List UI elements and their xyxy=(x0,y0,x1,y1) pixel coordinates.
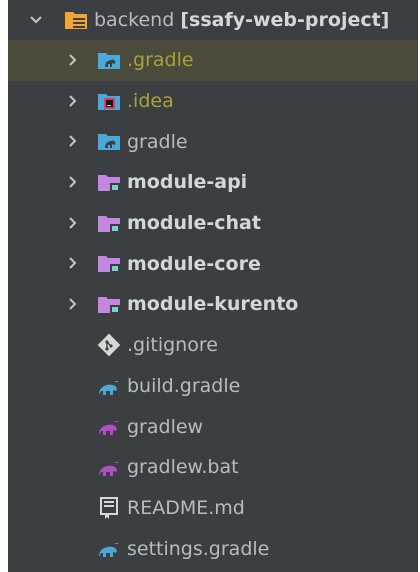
tree-item-label: module-core xyxy=(127,252,261,275)
tree-root-row[interactable]: backend [ssafy-web-project] xyxy=(8,0,418,40)
gradle-file-icon xyxy=(97,374,121,398)
idea-folder-icon xyxy=(97,89,121,113)
gradlew-file-icon xyxy=(97,414,121,438)
tree-item-label: .gradle xyxy=(127,49,194,72)
chevron-right-icon[interactable] xyxy=(64,214,82,232)
tree-item-dot-gitignore[interactable]: .gitignore xyxy=(8,325,418,366)
gradlew-file-icon xyxy=(97,455,121,479)
markdown-file-icon xyxy=(97,496,121,520)
tree-item-gradle[interactable]: gradle xyxy=(8,121,418,162)
tree-item-label: README.md xyxy=(127,496,245,519)
project-folder-icon xyxy=(64,8,88,32)
chevron-right-icon[interactable] xyxy=(64,51,82,69)
root-name: backend xyxy=(94,9,175,31)
tree-item-label: settings.gradle xyxy=(127,537,270,560)
chevron-right-icon[interactable] xyxy=(64,254,82,272)
gradle-folder-icon xyxy=(97,129,121,153)
chevron-down-icon[interactable] xyxy=(27,11,45,29)
tree-item-dot-idea[interactable]: .idea xyxy=(8,81,418,122)
tree-item-README-md[interactable]: README.md xyxy=(8,488,418,529)
project-tree: backend [ssafy-web-project] .gradle .idea… xyxy=(8,0,418,572)
gradle-folder-icon xyxy=(97,48,121,72)
tree-item-label: gradlew.bat xyxy=(127,456,239,479)
tree-item-module-core[interactable]: module-core xyxy=(8,243,418,284)
tree-item-settings-gradle[interactable]: settings.gradle xyxy=(8,528,418,569)
tree-item-build-gradle[interactable]: build.gradle xyxy=(8,366,418,407)
chevron-right-icon[interactable] xyxy=(64,295,82,313)
module-folder-icon xyxy=(97,251,121,275)
tree-item-label: module-chat xyxy=(127,212,261,235)
gradle-file-icon xyxy=(97,536,121,560)
tree-item-module-chat[interactable]: module-chat xyxy=(8,203,418,244)
tree-item-label: build.gradle xyxy=(127,374,241,397)
tree-item-label: module-api xyxy=(127,171,248,194)
tree-item-module-kurento[interactable]: module-kurento xyxy=(8,284,418,325)
tree-root-label: backend [ssafy-web-project] xyxy=(94,0,389,40)
module-folder-icon xyxy=(97,170,121,194)
tree-item-label: module-kurento xyxy=(127,293,299,316)
gitignore-file-icon xyxy=(97,333,121,357)
tree-item-label: .idea xyxy=(127,90,174,113)
tree-item-module-api[interactable]: module-api xyxy=(8,162,418,203)
chevron-right-icon[interactable] xyxy=(64,132,82,150)
tree-item-label: .gitignore xyxy=(127,334,218,357)
tree-item-label: gradle xyxy=(127,130,188,153)
root-project-tag: [ssafy-web-project] xyxy=(180,9,390,31)
tree-item-label: gradlew xyxy=(127,415,204,438)
tree-item-gradlew[interactable]: gradlew xyxy=(8,406,418,447)
module-folder-icon xyxy=(97,211,121,235)
chevron-right-icon[interactable] xyxy=(64,173,82,191)
tree-item-gradlew-bat[interactable]: gradlew.bat xyxy=(8,447,418,488)
tree-items: .gradle .idea gradle module-api module-chat m… xyxy=(8,40,418,569)
tree-item-dot-gradle[interactable]: .gradle xyxy=(8,40,418,81)
module-folder-icon xyxy=(97,292,121,316)
chevron-right-icon[interactable] xyxy=(64,92,82,110)
